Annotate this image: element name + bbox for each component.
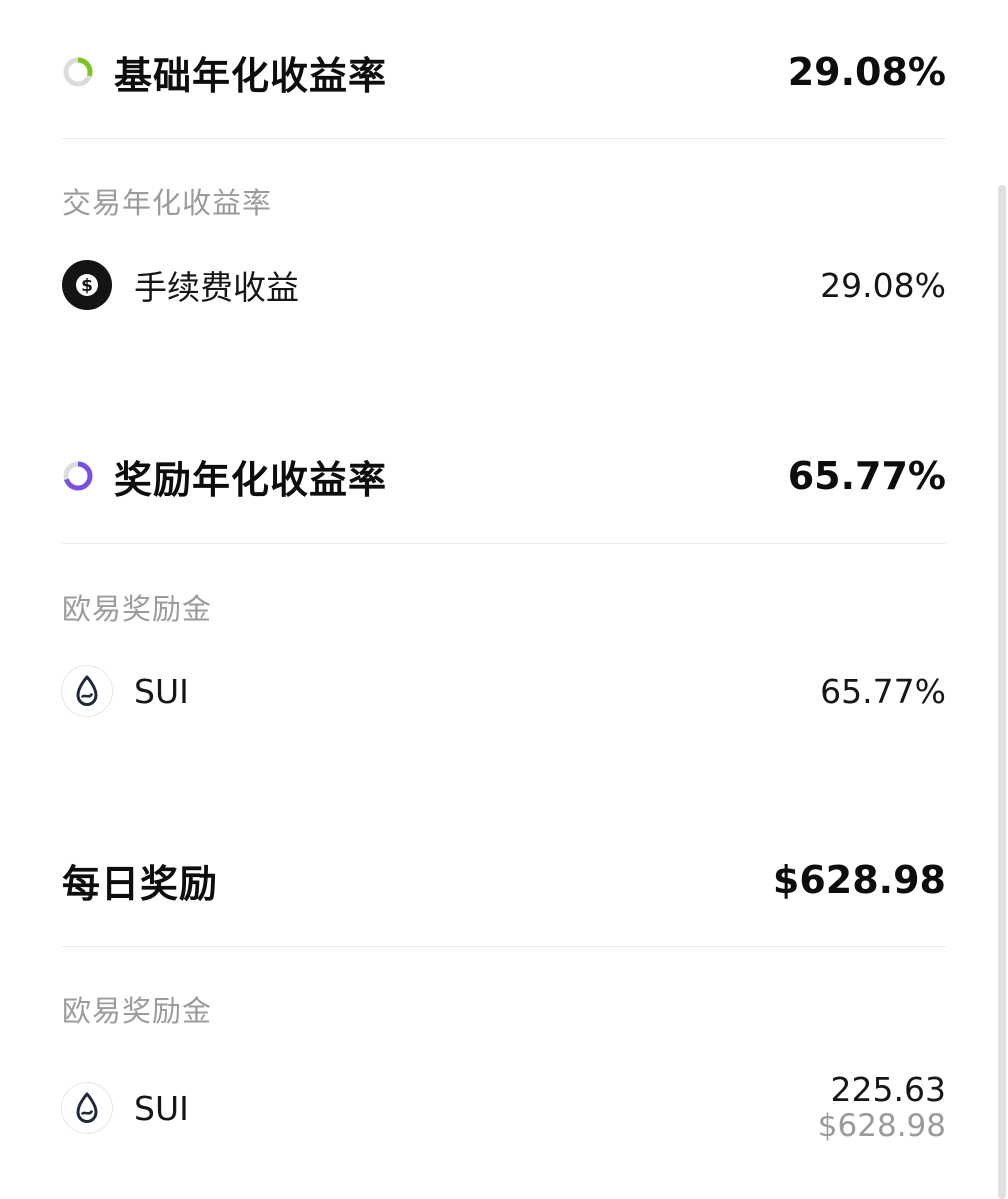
sui-daily-label: SUI bbox=[134, 1088, 189, 1128]
divider bbox=[62, 543, 946, 544]
fee-income-row[interactable]: $ 手续费收益 29.08% bbox=[62, 258, 946, 312]
sui-daily-amount: 225.63 bbox=[830, 1070, 946, 1109]
trading-apr-label: 交易年化收益率 bbox=[62, 186, 273, 220]
sui-drop-icon bbox=[62, 666, 112, 716]
divider bbox=[62, 138, 946, 139]
base-apr-title: 基础年化收益率 bbox=[114, 53, 388, 98]
daily-reward-header[interactable]: 每日奖励 $628.98 bbox=[62, 852, 946, 908]
base-apr-header[interactable]: 基础年化收益率 29.08% bbox=[62, 44, 946, 100]
sui-apr-row[interactable]: SUI 65.77% bbox=[62, 664, 946, 718]
reward-apr-ring-icon bbox=[63, 461, 93, 491]
base-apr-title-group: 基础年化收益率 bbox=[62, 45, 387, 100]
sui-daily-left: SUI bbox=[62, 1083, 189, 1133]
sui-daily-row[interactable]: SUI 225.63 $628.98 bbox=[62, 1070, 946, 1146]
sui-daily-usd-value: $628.98 bbox=[817, 1108, 946, 1144]
sui-drop-icon bbox=[62, 1083, 112, 1133]
scrollbar[interactable] bbox=[998, 185, 1006, 1199]
svg-text:$: $ bbox=[81, 276, 93, 296]
fee-income-value: 29.08% bbox=[820, 265, 946, 305]
sui-apr-left: SUI bbox=[62, 666, 189, 716]
daily-reward-value: $628.98 bbox=[772, 858, 946, 902]
sui-apr-label: SUI bbox=[134, 671, 189, 711]
fee-income-left: $ 手续费收益 bbox=[62, 260, 299, 310]
sui-daily-values: 225.63 $628.98 bbox=[817, 1070, 946, 1145]
reward-apr-header[interactable]: 奖励年化收益率 65.77% bbox=[62, 448, 946, 504]
daily-reward-title: 每日奖励 bbox=[62, 861, 219, 906]
okx-reward-label: 欧易奖励金 bbox=[62, 592, 213, 626]
reward-apr-value: 65.77% bbox=[787, 454, 946, 498]
dollar-icon: $ bbox=[62, 260, 112, 310]
fee-income-label: 手续费收益 bbox=[134, 268, 299, 307]
sui-apr-value: 65.77% bbox=[820, 671, 946, 711]
reward-apr-title: 奖励年化收益率 bbox=[114, 457, 388, 502]
daily-okx-reward-label: 欧易奖励金 bbox=[62, 994, 213, 1028]
base-apr-ring-icon bbox=[63, 57, 93, 87]
divider bbox=[62, 946, 946, 947]
base-apr-value: 29.08% bbox=[787, 50, 946, 94]
reward-apr-title-group: 奖励年化收益率 bbox=[62, 449, 387, 504]
